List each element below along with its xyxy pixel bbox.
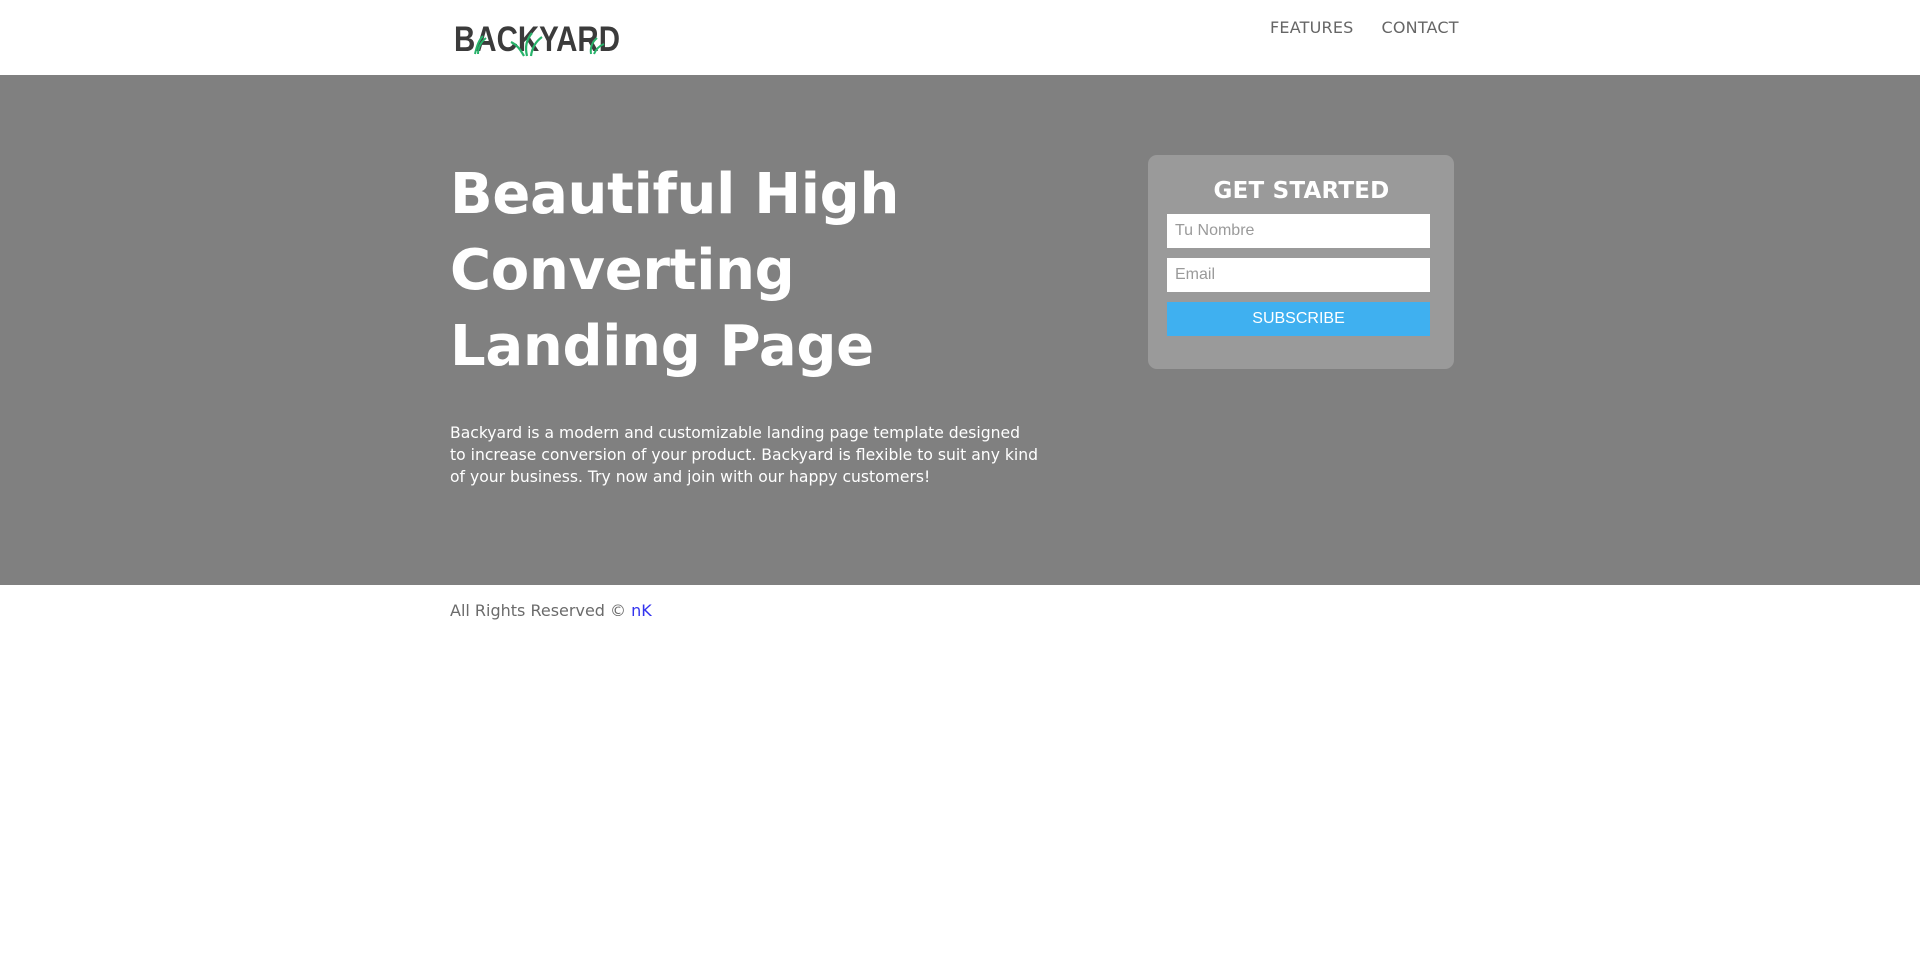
site-footer: All Rights Reserved © nK [0,585,1920,625]
site-header: BACKYARD FEATURES CONTACT [0,0,1920,75]
backyard-logo[interactable]: BACKYARD [453,18,621,58]
copyright-text: All Rights Reserved © [450,601,627,620]
main-nav: FEATURES CONTACT [1270,18,1459,37]
subscribe-button[interactable]: SUBSCRIBE [1167,302,1430,336]
hero-section: Beautiful High Converting Landing Page B… [0,75,1920,585]
footer-copyright: All Rights Reserved © nK [450,601,652,620]
signup-card: GET STARTED SUBSCRIBE [1148,155,1454,369]
author-link[interactable]: nK [631,601,652,620]
hero-title: Beautiful High Converting Landing Page [450,162,900,379]
email-input[interactable] [1167,258,1430,292]
nav-features-link[interactable]: FEATURES [1270,18,1353,37]
hero-description: Backyard is a modern and customizable la… [450,424,1039,486]
signup-title: GET STARTED [1213,178,1390,204]
nav-contact-link[interactable]: CONTACT [1381,18,1458,37]
name-input[interactable] [1167,214,1430,248]
